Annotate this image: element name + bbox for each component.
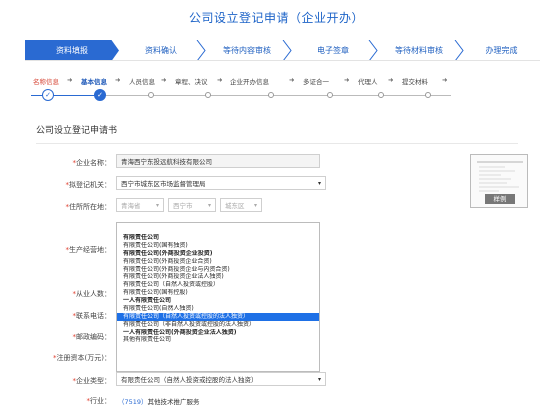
company-type-option[interactable]: 有限责任公司（非自然人投资或控股的法人独资） bbox=[117, 321, 319, 329]
postcode-label: *邮政编码： bbox=[72, 333, 112, 341]
step-data-entry[interactable]: 资料填报 bbox=[25, 40, 119, 61]
company-type-label: *企业类型： bbox=[72, 377, 112, 385]
company-type-option[interactable]: 有限责任公司(外商投资企业法人独资) bbox=[117, 273, 319, 281]
step-e-signature[interactable]: 电子签章 bbox=[291, 40, 375, 61]
capital-label: *注册资本(万元)： bbox=[53, 354, 111, 362]
business-address-label: *生产经营地： bbox=[65, 246, 112, 254]
company-type-option[interactable]: 一人有限责任公司 bbox=[117, 297, 319, 305]
pending-dot-icon bbox=[327, 92, 333, 98]
company-type-option[interactable]: 有限责任公司 bbox=[117, 234, 319, 242]
company-type-option[interactable]: 一人有限责任公司(外商投资企业法人独资) bbox=[117, 329, 319, 337]
pending-dot-icon bbox=[378, 92, 384, 98]
pending-dot-icon bbox=[205, 92, 211, 98]
progress-steps: 资料填报 资料确认 等待内容审核 电子签章 等待材料审核 办理完成 bbox=[25, 40, 540, 61]
document-thumbnail-icon bbox=[477, 161, 523, 192]
arrow-icon: ➜ bbox=[344, 76, 350, 84]
substep-multi-cert[interactable]: 多证合一 bbox=[303, 76, 329, 86]
arrow-icon: ➜ bbox=[442, 76, 448, 84]
arrow-icon: ➜ bbox=[217, 76, 223, 84]
substep-enterprise-info[interactable]: 企业开办信息 bbox=[230, 76, 269, 86]
city-select[interactable]: 西宁市 ▾ bbox=[168, 198, 216, 212]
step-material-review[interactable]: 等待材料审核 bbox=[377, 40, 461, 61]
substep-basic-info[interactable]: 基本信息 bbox=[81, 76, 107, 86]
district-select[interactable]: 城东区 ▾ bbox=[220, 198, 262, 212]
chevron-down-icon: ▾ bbox=[155, 201, 159, 209]
company-type-option[interactable]: 有限责任公司(外商投资企业与内资合资) bbox=[117, 266, 319, 274]
authority-label: *拟登记机关： bbox=[65, 181, 112, 189]
divider bbox=[25, 60, 540, 61]
arrow-icon: ➜ bbox=[388, 76, 394, 84]
company-type-option[interactable]: 其他有限责任公司 bbox=[117, 336, 319, 344]
authority-select[interactable]: 西宁市城东区市场监督管理局 ▾ bbox=[116, 176, 326, 190]
substep-submit[interactable]: 提交材料 bbox=[402, 76, 428, 86]
company-type-select[interactable]: 有限责任公司（自然人投资或控股的法人独资） ▾ bbox=[116, 372, 326, 386]
chevron-down-icon: ▾ bbox=[317, 179, 321, 187]
company-type-option[interactable]: 有限责任公司(自然人独资) bbox=[117, 305, 319, 313]
pending-dot-icon bbox=[268, 92, 274, 98]
page-title: 公司设立登记申请（企业开办） bbox=[188, 11, 364, 25]
company-type-option[interactable]: 有限责任公司(外商投资企业投资) bbox=[117, 250, 319, 258]
pending-dot-icon bbox=[148, 92, 154, 98]
chevron-down-icon: ▾ bbox=[207, 201, 211, 209]
company-name-label: *企业名称： bbox=[72, 159, 112, 167]
phone-label: *联系电话： bbox=[72, 312, 112, 320]
company-type-option[interactable]: 有限责任公司(外商投资企业合资) bbox=[117, 258, 319, 266]
substep-articles[interactable]: 章程、决议 bbox=[175, 76, 208, 86]
company-type-option[interactable]: 有限责任公司(国有独资) bbox=[117, 242, 319, 250]
arrow-icon: ➜ bbox=[115, 76, 121, 84]
check-icon: ✓ bbox=[42, 89, 54, 101]
check-icon: ✓ bbox=[94, 89, 106, 101]
substep-agent[interactable]: 代理人 bbox=[358, 76, 378, 86]
step-data-confirm[interactable]: 资料确认 bbox=[119, 40, 203, 61]
sample-image[interactable]: 样例 bbox=[470, 154, 528, 208]
chevron-down-icon: ▾ bbox=[253, 201, 257, 209]
step-complete[interactable]: 办理完成 bbox=[463, 40, 540, 61]
address-label: *住所所在地： bbox=[65, 203, 112, 211]
industry-label: *行业： bbox=[86, 397, 112, 405]
industry-value: （7519）其他技术推广服务 bbox=[118, 398, 200, 406]
arrow-icon: ➜ bbox=[161, 76, 167, 84]
company-type-option[interactable]: 有限责任公司（自然人投资或控股） bbox=[117, 281, 319, 289]
substep-personnel-info[interactable]: 人员信息 bbox=[129, 76, 155, 86]
sample-tag: 样例 bbox=[485, 194, 515, 204]
company-type-options[interactable]: 有限责任公司 有限责任公司(国有独资) 有限责任公司(外商投资企业投资) 有限责任公司… bbox=[116, 222, 320, 372]
employees-label: *从业人数： bbox=[72, 290, 112, 298]
arrow-icon: ➜ bbox=[67, 76, 73, 84]
substep-name-info[interactable]: 名称信息 bbox=[33, 76, 59, 86]
section-title: 公司设立登记申请书 bbox=[36, 126, 118, 136]
listbox-spacer bbox=[117, 223, 319, 234]
company-name-field[interactable]: 青海西宁东投远航科技有限公司 bbox=[116, 154, 320, 168]
step-content-review[interactable]: 等待内容审核 bbox=[205, 40, 289, 61]
company-type-option[interactable]: 有限责任公司(国有控股) bbox=[117, 289, 319, 297]
company-type-option[interactable]: 有限责任公司（自然人投资或控股的法人独资） bbox=[117, 312, 319, 321]
divider bbox=[36, 143, 518, 144]
province-select[interactable]: 青海省 ▾ bbox=[116, 198, 164, 212]
chevron-down-icon: ▾ bbox=[317, 375, 321, 383]
arrow-icon: ➜ bbox=[289, 76, 295, 84]
pending-dot-icon bbox=[425, 92, 431, 98]
